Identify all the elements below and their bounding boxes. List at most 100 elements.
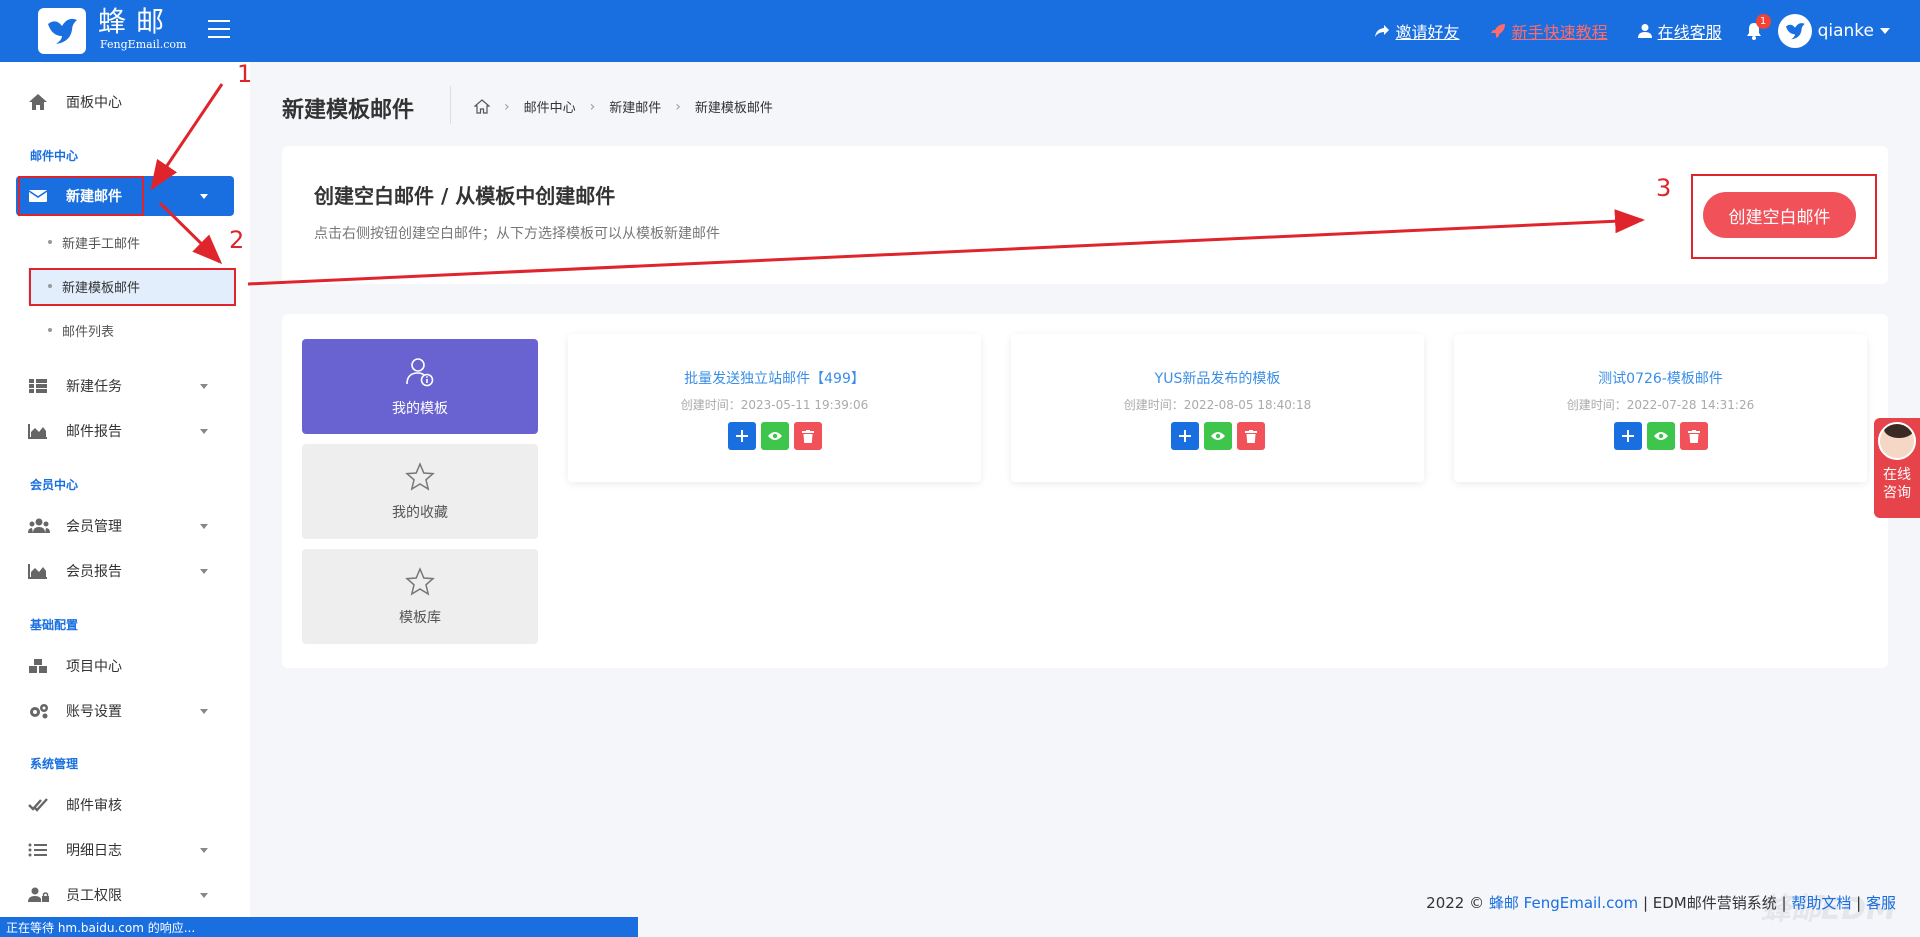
- sidebar-item-member-manage[interactable]: 会员管理: [16, 506, 234, 546]
- template-name[interactable]: YUS新品发布的模板: [1011, 368, 1424, 388]
- notification-bell[interactable]: 1: [1746, 14, 1771, 40]
- sidebar-item-label: 邮件审核: [66, 798, 122, 814]
- chevron-right-icon: ›: [504, 98, 510, 115]
- template-card: 测试0726-模板邮件 创建时间：2022-07-28 14:31:26: [1454, 334, 1867, 482]
- preview-template-button[interactable]: [1203, 422, 1232, 450]
- sidebar-item-project-center[interactable]: 项目中心: [16, 646, 234, 686]
- sidebar-item-member-report[interactable]: 会员报告: [16, 551, 234, 591]
- trash-icon: [1687, 429, 1700, 443]
- page-title: 新建模板邮件: [282, 98, 415, 123]
- template-card: 批量发送独立站邮件【499】 创建时间：2023-05-11 19:39:06: [568, 334, 981, 482]
- avatar: [1777, 14, 1812, 48]
- plus-icon: [1621, 430, 1634, 442]
- breadcrumb: › 邮件中心 › 新建邮件 › 新建模板邮件: [474, 97, 773, 116]
- annotation-number-2: 2: [229, 226, 245, 254]
- grid-list-icon: [28, 378, 52, 394]
- sidebar-item-account-settings[interactable]: 账号设置: [16, 691, 234, 731]
- double-check-icon: [28, 797, 52, 813]
- brand-name-cn: 蜂邮: [98, 5, 175, 38]
- sidebar-group-system: 系统管理: [30, 757, 79, 771]
- sidebar-sub-manual[interactable]: 新建手工邮件: [28, 224, 236, 260]
- chevron-down-icon: [1880, 28, 1890, 34]
- online-consult-label: 在线咨询: [1883, 467, 1911, 501]
- footer-year: 2022 ©: [1426, 894, 1485, 912]
- tab-template-library[interactable]: 模板库: [302, 549, 538, 644]
- tab-my-templates[interactable]: 我的模板: [302, 339, 538, 434]
- sidebar-item-label: 员工权限: [66, 888, 122, 904]
- tab-label: 模板库: [399, 609, 441, 626]
- agent-avatar: [1878, 422, 1916, 460]
- invite-label: 邀请好友: [1395, 23, 1460, 42]
- create-title: 创建空白邮件 / 从模板中创建邮件: [314, 184, 616, 208]
- template-created-time: 创建时间：2022-07-28 14:31:26: [1566, 398, 1755, 412]
- preview-template-button[interactable]: [1646, 422, 1675, 450]
- template-actions: [1011, 422, 1424, 450]
- template-created-time: 创建时间：2022-08-05 18:40:18: [1123, 398, 1312, 412]
- use-template-button[interactable]: [1613, 422, 1642, 450]
- footer-divider: |: [1856, 894, 1862, 912]
- sidebar-sub-list[interactable]: 邮件列表: [28, 312, 236, 348]
- annotation-box-2: [29, 268, 236, 306]
- sidebar-group-member: 会员中心: [30, 478, 79, 492]
- username: qianke: [1817, 21, 1874, 41]
- area-chart-icon: [28, 423, 52, 439]
- caret-down-icon: [200, 893, 208, 898]
- boxes-icon: [28, 658, 52, 674]
- sidebar-item-label: 明细日志: [66, 843, 122, 859]
- sidebar-item-label: 会员报告: [66, 564, 122, 580]
- plus-icon: [735, 430, 748, 442]
- create-card: [282, 146, 1888, 284]
- top-nav: 邀请好友 新手快速教程 在线客服 1 qianke: [1344, 0, 1920, 62]
- tab-my-favorites[interactable]: 我的收藏: [302, 444, 538, 539]
- sidebar-item-label: 项目中心: [66, 659, 122, 675]
- online-consult-widget[interactable]: 在线咨询: [1874, 418, 1920, 518]
- annotation-box-3: [1691, 174, 1877, 259]
- footer-system: | EDM邮件营销系统 |: [1642, 894, 1787, 912]
- sidebar-item-mail-report[interactable]: 邮件报告: [16, 411, 234, 451]
- trash-icon: [1244, 429, 1257, 443]
- user-menu[interactable]: qianke: [1777, 14, 1890, 48]
- tab-label: 我的收藏: [392, 504, 448, 521]
- annotation-number-1: 1: [237, 60, 253, 88]
- bird-logo-icon: [48, 18, 77, 44]
- menu-toggle-icon[interactable]: [208, 20, 230, 40]
- sidebar-item-dashboard[interactable]: 面板中心: [16, 82, 234, 122]
- support-link[interactable]: 在线客服: [1637, 19, 1722, 43]
- top-bar: 蜂邮 FengEmail.com 邀请好友 新手快速教程 在线客服 1 qian…: [0, 0, 1920, 62]
- sidebar-item-label: 会员管理: [66, 519, 122, 535]
- use-template-button[interactable]: [1170, 422, 1199, 450]
- breadcrumb-item[interactable]: 新建邮件: [609, 97, 661, 116]
- sidebar-item-new-task[interactable]: 新建任务: [16, 366, 234, 406]
- template-name[interactable]: 测试0726-模板邮件: [1454, 368, 1867, 388]
- sidebar-item-detail-log[interactable]: 明细日志: [16, 830, 234, 870]
- template-name[interactable]: 批量发送独立站邮件【499】: [568, 368, 981, 388]
- tutorial-link[interactable]: 新手快速教程: [1490, 19, 1608, 43]
- eye-icon: [767, 432, 782, 440]
- chevron-right-icon: ›: [675, 98, 681, 115]
- delete-template-button[interactable]: [793, 422, 822, 450]
- footer-help-link[interactable]: 帮助文档: [1791, 894, 1851, 912]
- invite-link[interactable]: 邀请好友: [1374, 19, 1460, 43]
- logo[interactable]: [38, 8, 86, 54]
- annotation-box-1: [18, 176, 144, 216]
- gears-icon: [28, 703, 52, 719]
- user-lock-icon: [28, 887, 52, 903]
- sidebar-item-staff-perm[interactable]: 员工权限: [16, 875, 234, 915]
- home-icon[interactable]: [474, 99, 490, 114]
- sidebar-item-label: 邮件报告: [66, 424, 122, 440]
- tutorial-label: 新手快速教程: [1511, 23, 1608, 42]
- breadcrumb-item[interactable]: 邮件中心: [524, 97, 576, 116]
- delete-template-button[interactable]: [1236, 422, 1265, 450]
- delete-template-button[interactable]: [1679, 422, 1708, 450]
- preview-template-button[interactable]: [760, 422, 789, 450]
- sidebar-item-label: 账号设置: [66, 704, 122, 720]
- browser-status-bar: 正在等待 hm.baidu.com 的响应...: [0, 917, 638, 937]
- sidebar-item-label: 新建任务: [66, 379, 122, 395]
- footer-service-link[interactable]: 客服: [1866, 894, 1896, 912]
- use-template-button[interactable]: [727, 422, 756, 450]
- sidebar-item-mail-review[interactable]: 邮件审核: [16, 785, 234, 825]
- footer-brand-link[interactable]: 蜂邮 FengEmail.com: [1489, 894, 1638, 912]
- sidebar-item-label: 面板中心: [66, 95, 122, 111]
- plus-icon: [1178, 430, 1191, 442]
- breadcrumb-item: 新建模板邮件: [694, 101, 773, 116]
